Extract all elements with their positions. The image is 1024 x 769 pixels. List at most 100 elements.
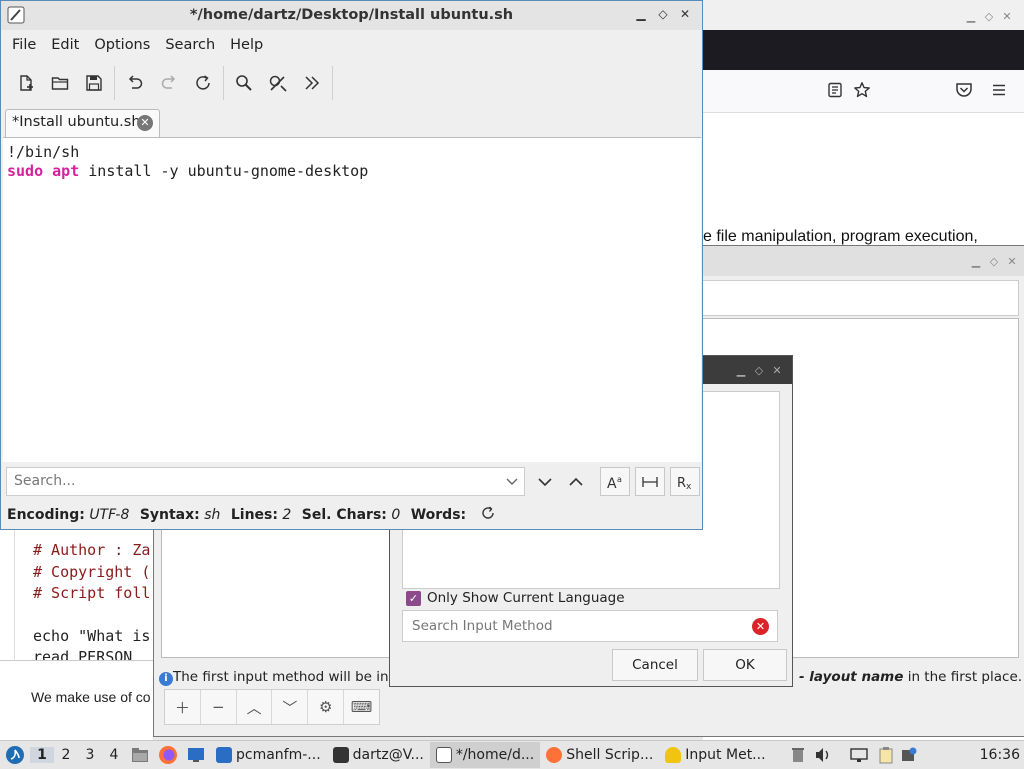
info-text-end: in the first place. (903, 669, 1023, 685)
task-input-method[interactable]: Input Met... (659, 742, 771, 768)
task-terminal[interactable]: dartz@V... (327, 742, 430, 768)
desktop-launcher-icon[interactable] (182, 747, 210, 763)
new-file-icon[interactable] (9, 66, 43, 100)
match-case-button[interactable]: Aa (600, 467, 630, 496)
checkbox-label: Only Show Current Language (427, 590, 625, 606)
toolbar-separator (223, 66, 224, 100)
pocket-icon[interactable] (955, 82, 973, 102)
updates-icon[interactable] (898, 747, 920, 763)
terminal-line: # Script foll (33, 584, 151, 602)
task-label: */home/d... (455, 747, 535, 763)
tab-install-ubuntu[interactable]: *Install ubuntu.sh ✕ (5, 109, 160, 137)
input-method-info-end: - layout name in the first place. (799, 669, 1022, 685)
file-manager-launcher-icon[interactable] (126, 747, 154, 763)
hamburger-menu-icon[interactable] (991, 82, 1007, 102)
task-label: pcmanfm-... (236, 747, 321, 763)
find-replace-icon[interactable] (261, 66, 295, 100)
words-label: Words: (410, 507, 467, 523)
close-icon[interactable]: ✕ (768, 364, 786, 377)
search-input[interactable]: Search... (6, 467, 525, 496)
maximize-icon[interactable]: ◇ (750, 364, 768, 377)
workspace-3[interactable]: 3 (78, 747, 102, 763)
browser-window-controls: ▁ ◇ ✕ (962, 8, 1016, 24)
ok-button[interactable]: OK (703, 649, 787, 681)
task-featherpad[interactable]: */home/d... (429, 742, 541, 768)
editor-window-title: */home/dartz/Desktop/Install ubuntu.sh (189, 7, 514, 23)
close-icon[interactable]: ✕ (998, 10, 1016, 23)
redo-icon[interactable] (152, 66, 186, 100)
code-line-2: sudo apt install -y ubuntu-gnome-desktop (7, 162, 368, 180)
maximize-icon[interactable]: ◇ (980, 10, 998, 23)
terminal-line: # Author : Za (33, 541, 151, 559)
minimize-icon[interactable]: ▁ (732, 364, 750, 377)
configure-gear-icon[interactable]: ⚙ (308, 690, 345, 724)
find-previous-icon[interactable] (562, 469, 590, 499)
cookie-banner: We make use of co (0, 660, 153, 741)
task-pcmanfm[interactable]: pcmanfm-... (210, 742, 327, 768)
editor-statusbar: Encoding: UTF-8 Syntax: sh Lines: 2 Sel.… (7, 506, 495, 524)
minimize-icon[interactable]: ▁ (962, 10, 980, 23)
network-icon[interactable] (844, 747, 874, 763)
minimize-icon[interactable]: ▁ (967, 255, 985, 268)
add-input-method-icon[interactable]: ＋ (165, 690, 201, 724)
menu-edit[interactable]: Edit (51, 37, 79, 53)
bookmark-star-icon[interactable] (853, 81, 871, 103)
open-folder-icon[interactable] (43, 66, 77, 100)
syntax-label: Syntax: (139, 507, 200, 523)
workspace-4[interactable]: 4 (102, 747, 126, 763)
close-icon[interactable]: ✕ (674, 7, 696, 21)
task-firefox[interactable]: Shell Scrip... (540, 742, 659, 768)
reader-view-icon[interactable] (827, 82, 843, 102)
code-editor[interactable]: !/bin/sh sudo apt install -y ubuntu-gnom… (3, 137, 701, 462)
code-keyword: sudo (7, 162, 44, 180)
maximize-icon[interactable]: ◇ (652, 7, 674, 21)
terminal-window: # Author : Za # Copyright ( # Script fol… (0, 530, 153, 666)
whole-word-button[interactable] (635, 467, 665, 496)
menu-file[interactable]: File (12, 37, 36, 53)
workspace-1[interactable]: 1 (30, 747, 54, 763)
cancel-button[interactable]: Cancel (612, 649, 698, 681)
folder-icon (216, 747, 232, 763)
code-keyword: apt (52, 162, 80, 180)
workspace-2[interactable]: 2 (54, 747, 78, 763)
menu-options[interactable]: Options (94, 37, 150, 53)
find-icon[interactable] (227, 66, 261, 100)
refresh-word-count-icon[interactable] (481, 506, 495, 524)
undo-icon[interactable] (118, 66, 152, 100)
menu-search[interactable]: Search (165, 37, 215, 53)
move-down-icon[interactable]: ﹀ (272, 690, 309, 724)
search-input-method-field[interactable]: Search Input Method ✕ (402, 610, 778, 642)
more-chevron-icon[interactable] (295, 66, 329, 100)
move-up-icon[interactable]: ︿ (237, 690, 273, 724)
keyboard-layout-icon[interactable]: ⌨ (344, 690, 379, 724)
save-icon[interactable] (77, 66, 111, 100)
svg-text:R: R (677, 476, 686, 491)
clock[interactable]: 16:36 (980, 747, 1020, 763)
browser-urlbar[interactable] (703, 70, 1024, 113)
taskbar: 1 2 3 4 pcmanfm-... dartz@V... */home/d.… (0, 740, 1024, 769)
terminal-icon (332, 747, 349, 763)
maximize-icon[interactable]: ◇ (985, 255, 1003, 268)
only-current-language-checkbox[interactable]: ✓ Only Show Current Language (406, 590, 625, 606)
remove-input-method-icon[interactable]: − (201, 690, 237, 724)
regex-button[interactable]: Rx (670, 467, 700, 496)
encoding-value: UTF-8 (89, 507, 130, 523)
lines-value: 2 (282, 507, 292, 523)
trash-tray-icon[interactable] (786, 747, 810, 763)
firefox-launcher-icon[interactable] (154, 745, 182, 765)
task-label: Input Met... (685, 747, 766, 763)
chevron-down-icon[interactable] (505, 471, 519, 495)
clipboard-icon[interactable] (874, 746, 898, 764)
close-icon[interactable]: ✕ (1003, 255, 1021, 268)
add-input-method-window-controls: ▁ ◇ ✕ (732, 362, 786, 378)
volume-icon[interactable] (810, 747, 836, 763)
info-icon: i (159, 672, 173, 686)
task-label: dartz@V... (352, 747, 424, 763)
start-menu-icon[interactable] (0, 745, 30, 765)
minimize-icon[interactable]: ▁ (630, 7, 652, 21)
find-next-icon[interactable] (531, 469, 559, 499)
menu-help[interactable]: Help (230, 37, 263, 53)
reload-icon[interactable] (186, 66, 220, 100)
tab-close-icon[interactable]: ✕ (137, 115, 153, 131)
clear-search-icon[interactable]: ✕ (752, 618, 769, 635)
